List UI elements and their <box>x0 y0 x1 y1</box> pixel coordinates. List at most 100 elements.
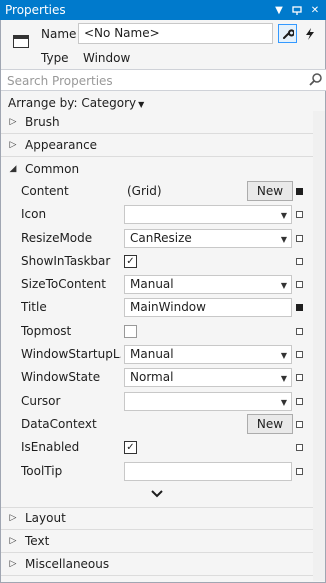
chevron-down-icon <box>151 486 163 502</box>
dropdown-value: Manual <box>130 277 174 292</box>
collapse-arrow-icon: ◢ <box>9 163 17 174</box>
windowstate-dropdown[interactable]: Normal ▼ <box>124 368 292 388</box>
property-grid: ▷ Brush ▷ Appearance ◢ Common Content (G… <box>1 111 313 576</box>
property-marker[interactable] <box>296 257 303 265</box>
property-label: Title <box>21 300 47 315</box>
category-miscellaneous[interactable]: ▷ Miscellaneous <box>1 553 313 576</box>
arrange-by-dropdown[interactable]: Arrange by: Category ▼ <box>8 96 144 110</box>
property-marker[interactable] <box>296 304 303 312</box>
chevron-down-icon: ▼ <box>280 397 287 407</box>
property-marker[interactable] <box>296 397 303 405</box>
property-row-windowstartuplocation: WindowStartupL... Manual ▼ <box>1 343 313 366</box>
expand-arrow-icon: ▷ <box>9 558 17 569</box>
show-advanced-properties[interactable] <box>1 483 313 507</box>
property-row-datacontext: DataContext New <box>1 413 313 436</box>
pin-icon[interactable] <box>290 3 304 17</box>
category-brush[interactable]: ▷ Brush <box>1 111 313 134</box>
property-marker[interactable] <box>296 374 303 382</box>
category-text[interactable]: ▷ Text <box>1 530 313 553</box>
chevron-down-icon[interactable]: ▼ <box>272 3 286 17</box>
property-label: Cursor <box>21 393 61 408</box>
dropdown-value: Normal <box>130 370 174 385</box>
sizetocontent-dropdown[interactable]: Manual ▼ <box>124 275 292 295</box>
property-label: ResizeMode <box>21 230 93 245</box>
isenabled-checkbox[interactable]: ✓ <box>124 441 137 455</box>
property-marker[interactable] <box>296 467 303 475</box>
property-marker[interactable] <box>296 188 303 195</box>
category-common[interactable]: ◢ Common <box>1 157 313 180</box>
expand-arrow-icon: ▷ <box>9 513 17 524</box>
resizemode-dropdown[interactable]: CanResize ▼ <box>124 228 292 248</box>
window-title: Properties <box>5 3 66 17</box>
property-row-resizemode: ResizeMode CanResize ▼ <box>1 227 313 250</box>
property-label: IsEnabled <box>21 440 80 455</box>
property-row-topmost: Topmost <box>1 320 313 343</box>
property-label: Content <box>21 184 69 198</box>
close-icon[interactable]: ✕ <box>308 3 322 17</box>
name-input[interactable]: <No Name> <box>78 23 273 44</box>
chevron-down-icon: ▼ <box>280 374 287 384</box>
property-row-title: Title MainWindow <box>1 296 313 319</box>
window-type-icon <box>13 35 29 48</box>
new-content-button[interactable]: New <box>247 181 293 201</box>
wrench-icon[interactable] <box>278 24 297 43</box>
property-row-windowstate: WindowState Normal ▼ <box>1 366 313 389</box>
property-marker[interactable] <box>296 444 303 452</box>
property-label: WindowStartupL... <box>21 347 121 362</box>
property-value: (Grid) <box>127 184 162 198</box>
category-label: Layout <box>25 511 66 526</box>
type-label: Type <box>41 51 69 65</box>
chevron-down-icon: ▼ <box>280 234 287 244</box>
category-label: Common <box>25 161 80 176</box>
property-row-icon: Icon ▼ <box>1 203 313 226</box>
property-label: ShowInTaskbar <box>21 253 111 268</box>
showintaskbar-checkbox[interactable]: ✓ <box>124 254 137 268</box>
property-label: Topmost <box>21 323 72 338</box>
dropdown-value: Manual <box>130 347 174 362</box>
arrange-by-label: Arrange by: Category <box>8 96 137 110</box>
property-marker[interactable] <box>296 327 303 335</box>
property-marker[interactable] <box>296 281 303 289</box>
name-label: Name <box>41 27 77 41</box>
category-label: Miscellaneous <box>25 556 110 571</box>
topmost-checkbox[interactable] <box>124 324 137 338</box>
type-value: Window <box>83 51 131 65</box>
category-label: Appearance <box>25 138 98 152</box>
properties-header: Name <No Name> Type Window <box>1 20 325 68</box>
category-layout[interactable]: ▷ Layout <box>1 506 313 530</box>
property-row-content: Content (Grid) New <box>1 180 313 203</box>
property-row-showintaskbar: ShowInTaskbar ✓ <box>1 250 313 273</box>
title-bar: Properties ▼ ✕ <box>0 0 326 20</box>
property-row-cursor: Cursor ▼ <box>1 390 313 413</box>
search-box <box>1 69 326 92</box>
category-appearance[interactable]: ▷ Appearance <box>1 134 313 157</box>
property-marker[interactable] <box>296 420 303 428</box>
icon-dropdown[interactable]: ▼ <box>124 205 292 225</box>
property-label: ToolTip <box>21 463 63 478</box>
windowstartuplocation-dropdown[interactable]: Manual ▼ <box>124 345 292 365</box>
property-marker[interactable] <box>296 351 303 359</box>
dropdown-value: CanResize <box>130 230 192 245</box>
title-input[interactable]: MainWindow <box>124 298 292 318</box>
search-input[interactable] <box>1 70 309 92</box>
property-marker[interactable] <box>296 211 303 219</box>
property-marker[interactable] <box>296 234 303 242</box>
property-row-tooltip: ToolTip <box>1 460 313 483</box>
cursor-dropdown[interactable]: ▼ <box>124 391 292 411</box>
search-icon[interactable] <box>309 72 323 86</box>
property-label: SizeToContent <box>21 277 106 292</box>
chevron-down-icon: ▼ <box>138 100 145 109</box>
tooltip-input[interactable] <box>124 461 292 481</box>
properties-panel: Name <No Name> Type Window Arrange by: C… <box>0 20 326 583</box>
property-row-isenabled: IsEnabled ✓ <box>1 436 313 459</box>
expand-arrow-icon: ▷ <box>9 535 17 546</box>
chevron-down-icon: ▼ <box>280 351 287 361</box>
expand-arrow-icon: ▷ <box>9 140 17 150</box>
property-label: WindowState <box>21 370 101 385</box>
chevron-down-icon: ▼ <box>280 281 287 291</box>
chevron-down-icon: ▼ <box>280 211 287 221</box>
vertical-scrollbar[interactable] <box>313 111 325 581</box>
lightning-icon[interactable] <box>300 24 319 43</box>
new-datacontext-button[interactable]: New <box>247 413 293 434</box>
category-label: Text <box>25 533 50 548</box>
